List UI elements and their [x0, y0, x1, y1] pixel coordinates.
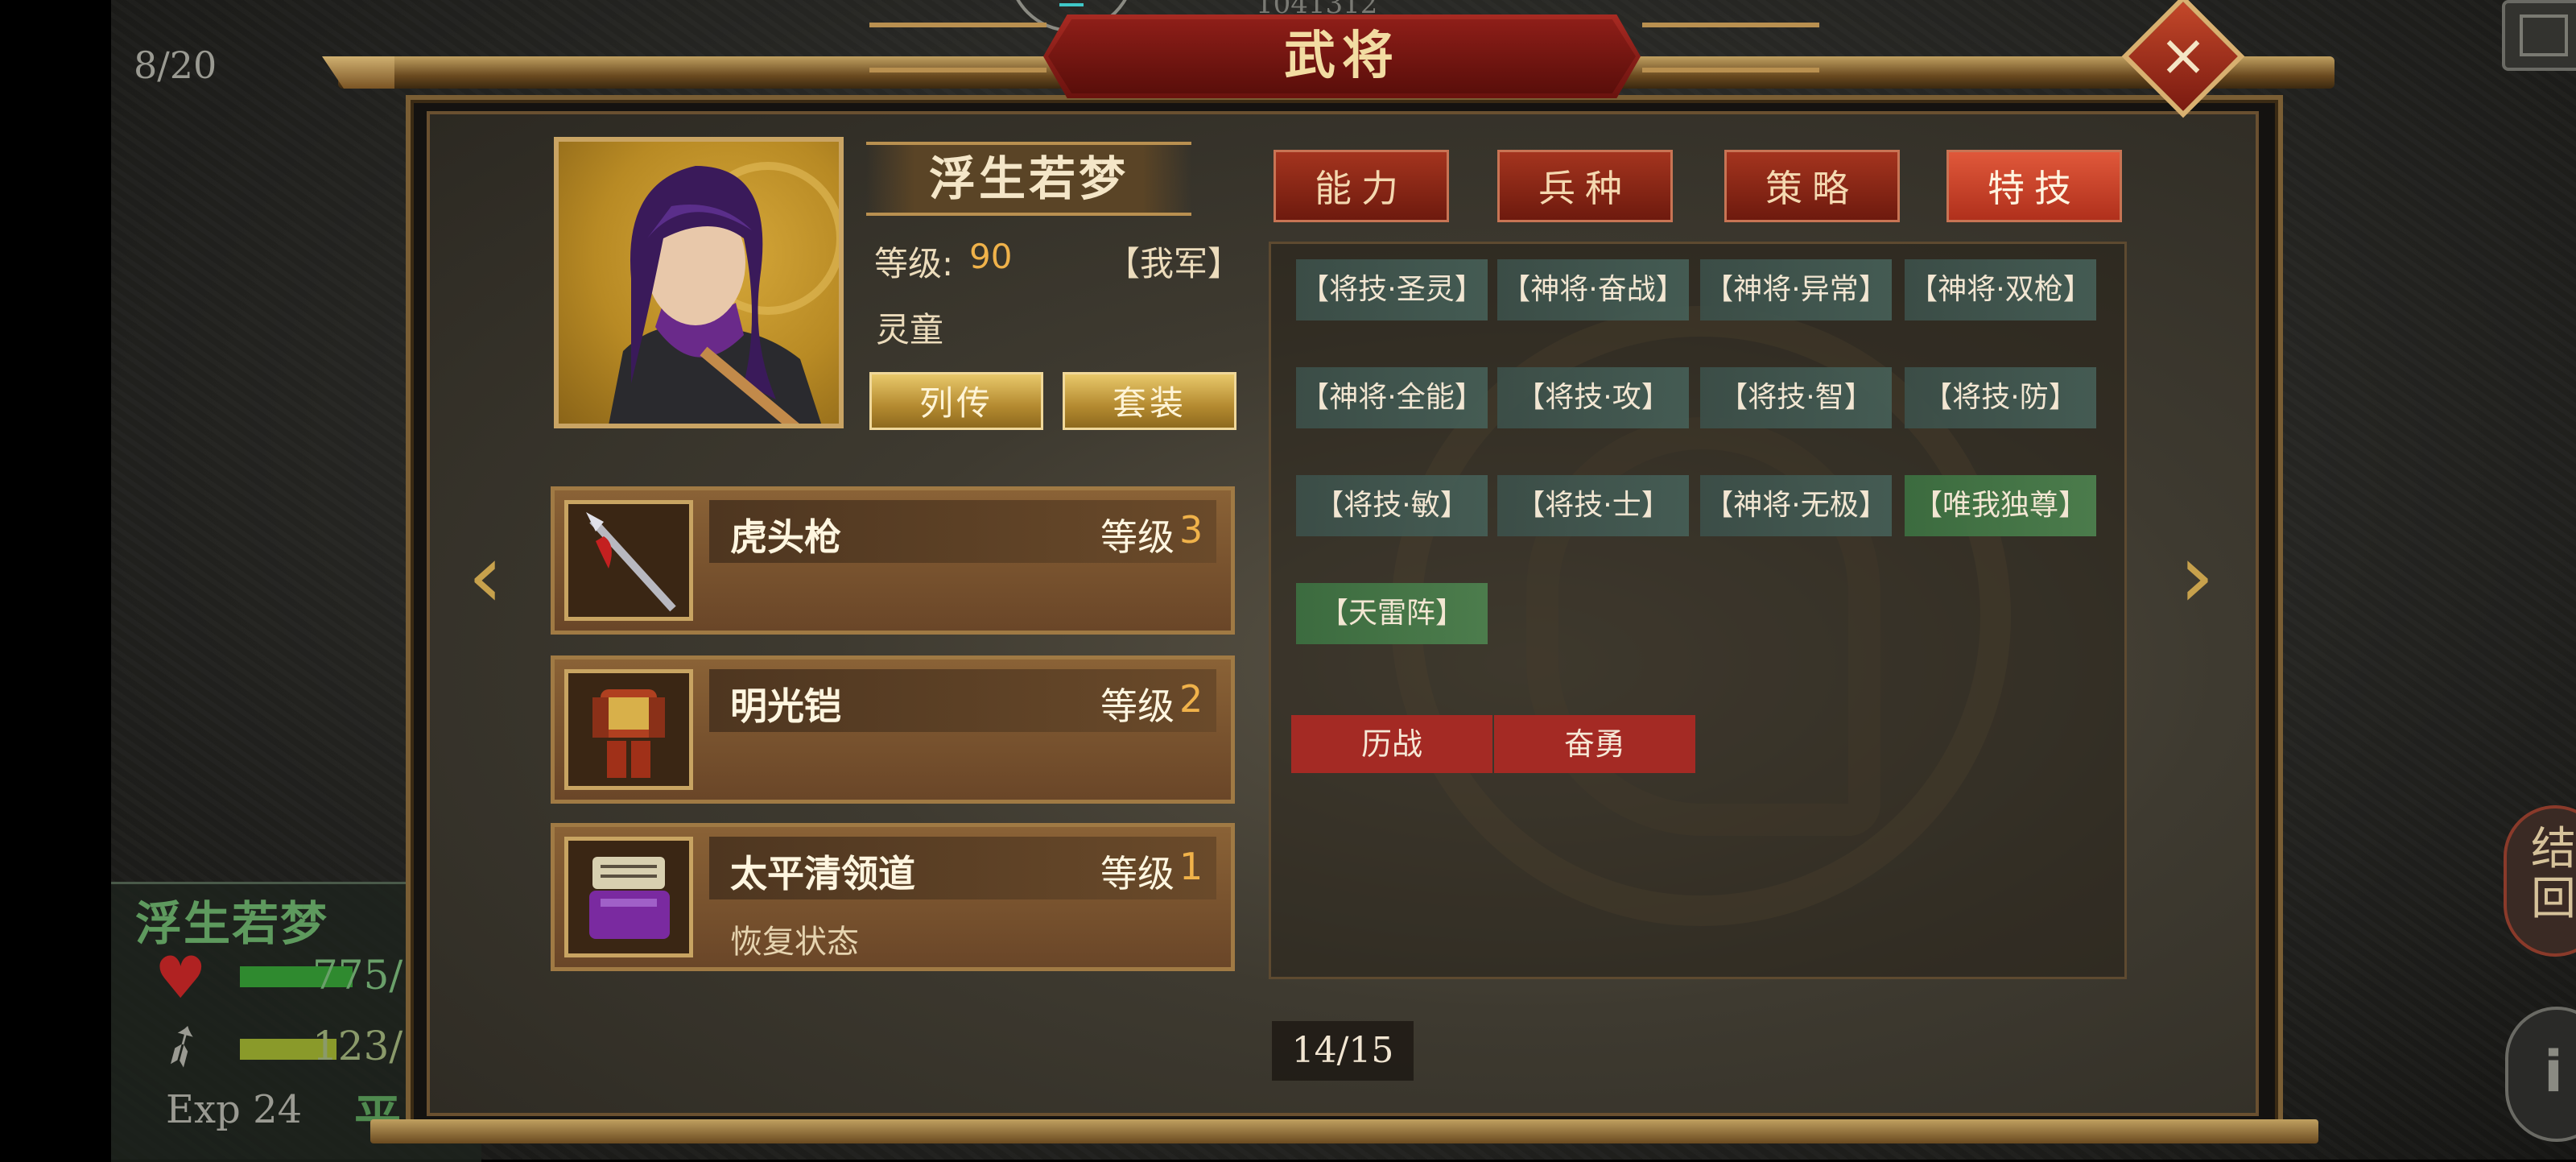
equipment-level-label: 等级 — [1100, 515, 1174, 559]
skill-tag[interactable]: 【神将·双枪】 — [1905, 259, 2096, 320]
end-turn-button[interactable]: 结 回 — [2504, 805, 2576, 957]
book-icon — [564, 837, 693, 957]
map-icon[interactable] — [2502, 0, 2576, 71]
skill-tag[interactable]: 【将技·防】 — [1905, 367, 2096, 428]
equipment-slot-book[interactable]: 太平清领道 等级 1 恢复状态 — [551, 823, 1235, 971]
trait-tag[interactable]: 奋勇 — [1494, 715, 1695, 773]
close-icon[interactable]: × — [2140, 13, 2227, 100]
skill-tag[interactable]: 【将技·圣灵】 — [1296, 259, 1488, 320]
tab-strategy[interactable]: 策略 — [1724, 150, 1900, 222]
skill-tag[interactable]: 【将技·敏】 — [1296, 475, 1488, 536]
character-portrait — [554, 137, 844, 428]
skill-tag[interactable]: 【将技·攻】 — [1497, 367, 1689, 428]
page-indicator: 14/15 — [1272, 1021, 1414, 1081]
equipment-name: 明光铠 — [730, 684, 841, 728]
turn-counter: 8/20 — [134, 43, 217, 87]
faction-label: 【我军】 — [1106, 244, 1242, 283]
skill-tag[interactable]: 【将技·智】 — [1700, 367, 1892, 428]
equipment-desc: 恢复状态 — [730, 924, 859, 961]
dialog-title: 武将 — [1284, 26, 1400, 86]
spear-icon — [564, 500, 693, 621]
equipment-level-label: 等级 — [1100, 852, 1174, 895]
tab-troop-type[interactable]: 兵种 — [1497, 150, 1673, 222]
warrior-portrait-icon — [609, 162, 839, 424]
skill-tag[interactable]: 【唯我独尊】 — [1905, 475, 2096, 536]
trait-tag[interactable]: 历战 — [1291, 715, 1492, 773]
skill-tag[interactable]: 【神将·奋战】 — [1497, 259, 1689, 320]
banner-ornament-left — [869, 23, 1046, 72]
character-class: 灵童 — [876, 310, 944, 349]
unit-hp: 775/ — [312, 952, 403, 999]
character-name: 浮生若梦 — [928, 151, 1129, 206]
equipment-level-value: 3 — [1179, 508, 1203, 552]
level-value: 90 — [969, 237, 1013, 276]
level-label: 等级: — [874, 244, 954, 283]
equipment-level-value: 1 — [1179, 845, 1203, 888]
equipment-slot-armor[interactable]: 明光铠 等级 2 — [551, 655, 1235, 804]
equipment-level-label: 等级 — [1100, 684, 1174, 728]
equipment-level-value: 2 — [1179, 677, 1203, 721]
next-character-arrow-icon[interactable]: › — [2161, 531, 2233, 620]
end-turn-label: 结 回 — [2531, 823, 2576, 925]
skill-tag[interactable]: 【天雷阵】 — [1296, 583, 1488, 644]
tab-ability[interactable]: 能力 — [1274, 150, 1449, 222]
equipment-name: 虎头枪 — [730, 515, 841, 559]
armor-icon — [564, 669, 693, 790]
dialog-bottom-rail — [370, 1119, 2318, 1143]
unit-mp: 123/ — [312, 1023, 403, 1069]
skill-tag[interactable]: 【将技·士】 — [1497, 475, 1689, 536]
skill-tag[interactable]: 【神将·无极】 — [1700, 475, 1892, 536]
heart-icon: ♥ — [155, 944, 207, 1011]
equipment-slot-weapon[interactable]: 虎头枪 等级 3 — [551, 486, 1235, 635]
skill-tag[interactable]: 【神将·全能】 — [1296, 367, 1488, 428]
suit-button[interactable]: 套装 — [1063, 372, 1236, 430]
skill-tag[interactable]: 【神将·异常】 — [1700, 259, 1892, 320]
tab-special-skills[interactable]: 特技 — [1946, 150, 2122, 222]
info-icon: i — [2544, 1039, 2563, 1105]
prev-character-arrow-icon[interactable]: ‹ — [449, 531, 522, 620]
biography-button[interactable]: 列传 — [869, 372, 1043, 430]
unit-exp: Exp 24 — [166, 1087, 303, 1132]
banner-ornament-right — [1642, 23, 1819, 72]
info-button[interactable]: i — [2505, 1007, 2576, 1142]
equipment-name: 太平清领道 — [730, 852, 915, 895]
